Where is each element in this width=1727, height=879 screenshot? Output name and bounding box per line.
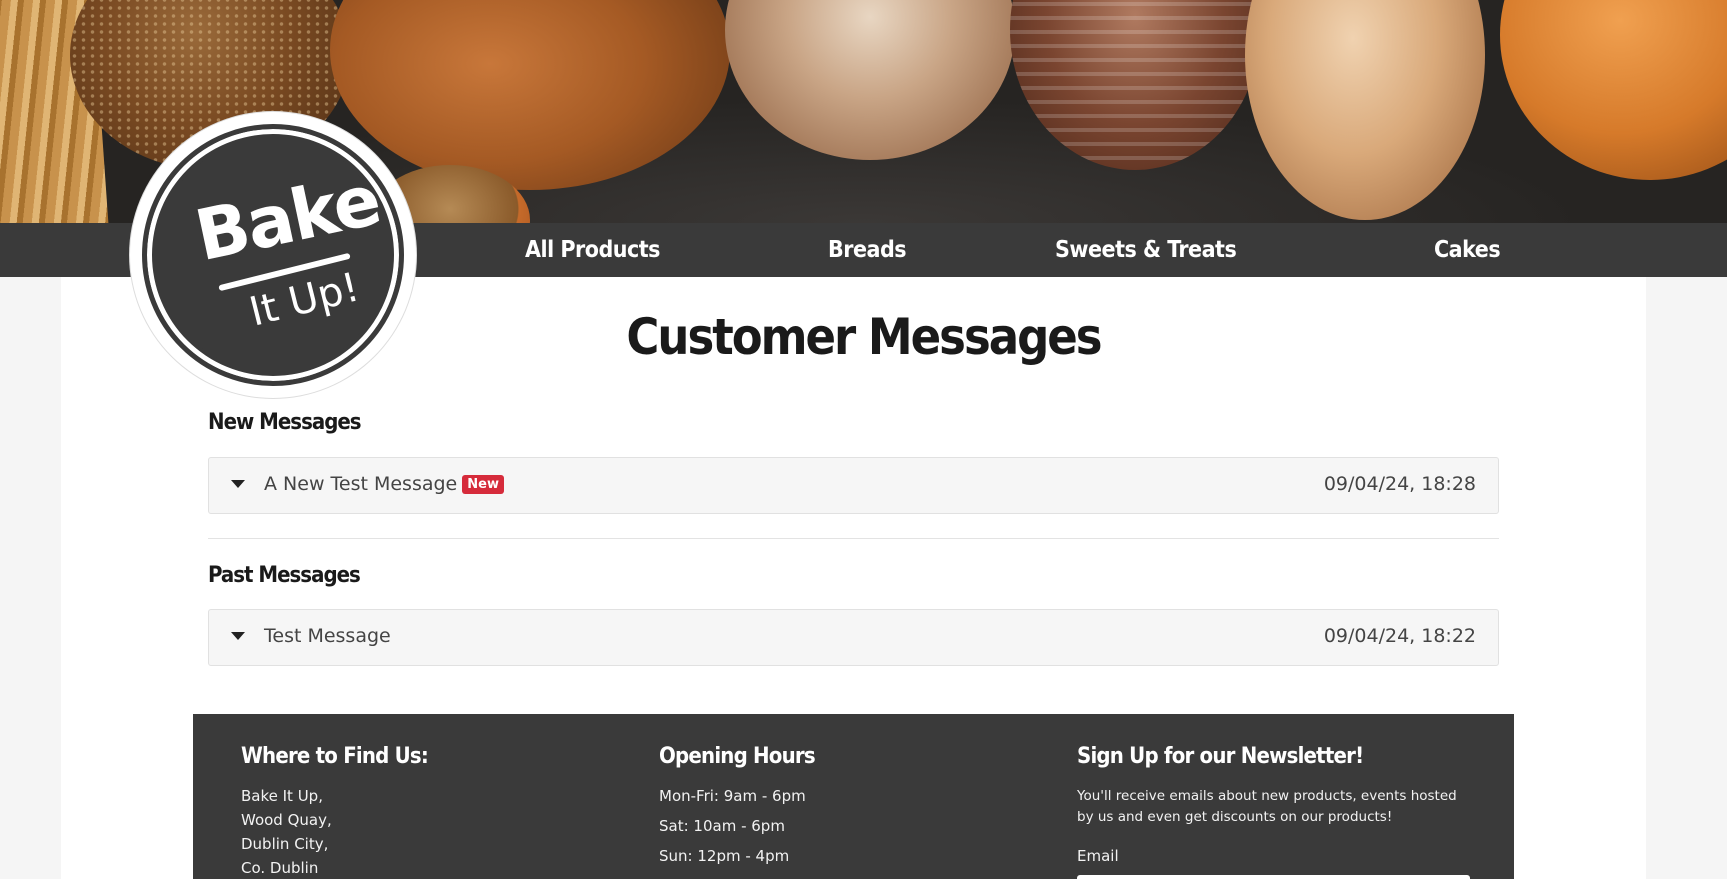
hours-line: Sat: 10am - 6pm [659, 817, 785, 835]
site-footer: Where to Find Us: Bake It Up, Wood Quay,… [193, 714, 1514, 879]
new-messages-heading: New Messages [208, 410, 362, 435]
nav-cakes[interactable]: Cakes [1434, 223, 1501, 277]
newsletter-email-input[interactable] [1077, 875, 1470, 879]
address-line: Co. Dublin [241, 859, 319, 877]
caret-down-icon[interactable] [231, 632, 245, 640]
hours-line: Sun: 12pm - 4pm [659, 847, 790, 865]
address-line: Wood Quay, [241, 811, 332, 829]
nav-sweets-treats[interactable]: Sweets & Treats [1055, 223, 1237, 277]
section-divider [208, 538, 1499, 539]
newsletter-description: You'll receive emails about new products… [1077, 788, 1457, 825]
footer-hours-heading: Opening Hours [659, 744, 816, 769]
message-timestamp: 09/04/24, 18:28 [1323, 473, 1476, 495]
page-title: Customer Messages [626, 308, 1102, 366]
message-subject: A New Test Message New [264, 473, 504, 495]
new-badge: New [462, 475, 504, 494]
past-messages-heading: Past Messages [208, 563, 361, 588]
logo-text-bake: Bake [188, 158, 387, 278]
message-row-new[interactable]: A New Test Message New 09/04/24, 18:28 [208, 457, 1499, 514]
nav-all-products[interactable]: All Products [525, 223, 661, 277]
caret-down-icon[interactable] [231, 480, 245, 488]
footer-location-heading: Where to Find Us: [241, 744, 429, 769]
message-timestamp: 09/04/24, 18:22 [1323, 625, 1476, 647]
nav-breads[interactable]: Breads [828, 223, 907, 277]
message-subject: Test Message [264, 625, 391, 647]
address-line: Dublin City, [241, 835, 329, 853]
email-label: Email [1077, 847, 1119, 865]
address-line: Bake It Up, [241, 787, 323, 805]
message-row-past[interactable]: Test Message 09/04/24, 18:22 [208, 609, 1499, 666]
footer-newsletter-heading: Sign Up for our Newsletter! [1077, 744, 1364, 769]
message-subject-text: A New Test Message [264, 473, 458, 495]
hours-line: Mon-Fri: 9am - 6pm [659, 787, 806, 805]
